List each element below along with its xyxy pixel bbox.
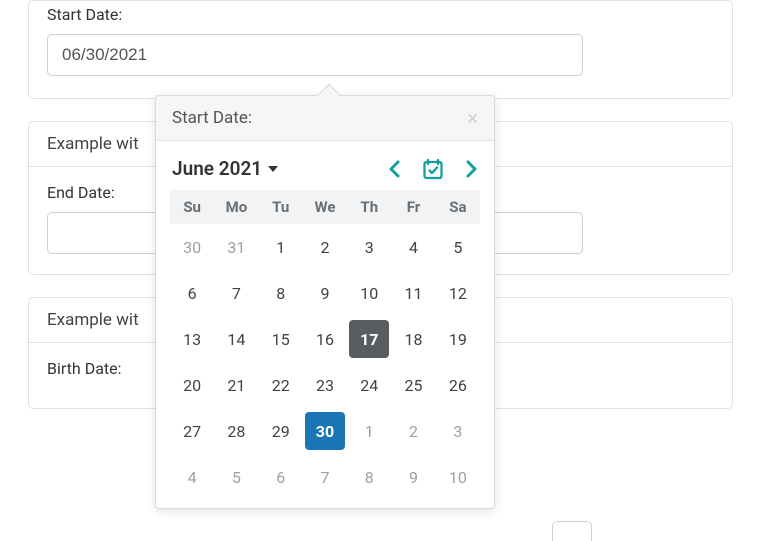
calendar-day[interactable]: 9	[303, 270, 347, 316]
month-year-label: June 2021	[172, 157, 262, 180]
datepicker-popover: Start Date: × June 2021	[155, 95, 495, 509]
today-button[interactable]	[422, 158, 444, 180]
calendar-day[interactable]: 25	[391, 362, 435, 408]
calendar-day[interactable]: 6	[259, 454, 303, 500]
calendar-day[interactable]: 17	[347, 316, 391, 362]
datepicker-title: Start Date:	[172, 108, 252, 128]
calendar-day[interactable]: 31	[214, 224, 258, 270]
calendar-day[interactable]: 4	[170, 454, 214, 500]
calendar-day[interactable]: 29	[259, 408, 303, 454]
calendar-check-icon	[422, 158, 444, 180]
calendar-row: 45678910	[170, 454, 480, 500]
weekday-header: Mo	[214, 190, 258, 224]
chevron-left-icon	[388, 159, 402, 179]
calendar-day[interactable]: 8	[347, 454, 391, 500]
calendar-day[interactable]: 10	[436, 454, 480, 500]
weekday-header: Fr	[391, 190, 435, 224]
prev-month-button[interactable]	[388, 159, 402, 179]
close-icon[interactable]: ×	[467, 108, 478, 128]
calendar-day[interactable]: 10	[347, 270, 391, 316]
calendar-day[interactable]: 21	[214, 362, 258, 408]
calendar-day[interactable]: 26	[436, 362, 480, 408]
calendar-day[interactable]: 9	[391, 454, 435, 500]
calendar-day[interactable]: 27	[170, 408, 214, 454]
weekday-header: Su	[170, 190, 214, 224]
calendar-day[interactable]: 13	[170, 316, 214, 362]
weekday-header: We	[303, 190, 347, 224]
calendar-day[interactable]: 19	[436, 316, 480, 362]
calendar-day[interactable]: 22	[259, 362, 303, 408]
calendar-day[interactable]: 11	[391, 270, 435, 316]
weekday-header: Th	[347, 190, 391, 224]
calendar-day[interactable]: 6	[170, 270, 214, 316]
calendar-day[interactable]: 24	[347, 362, 391, 408]
calendar-day[interactable]: 30	[170, 224, 214, 270]
calendar-day[interactable]: 2	[391, 408, 435, 454]
start-date-input[interactable]	[47, 34, 583, 76]
calendar-day[interactable]: 5	[214, 454, 258, 500]
calendar-day[interactable]: 1	[347, 408, 391, 454]
calendar-day[interactable]: 8	[259, 270, 303, 316]
calendar-row: 303112345	[170, 224, 480, 270]
calendar-grid: Su Mo Tu We Th Fr Sa 3031123456789101112…	[170, 190, 480, 500]
calendar-row: 13141516171819	[170, 316, 480, 362]
calendar-day[interactable]: 3	[347, 224, 391, 270]
calendar-day[interactable]: 15	[259, 316, 303, 362]
calendar-day[interactable]: 2	[303, 224, 347, 270]
weekday-row: Su Mo Tu We Th Fr Sa	[170, 190, 480, 224]
calendar-day[interactable]: 28	[214, 408, 258, 454]
start-date-label: Start Date:	[47, 5, 714, 24]
calendar-row: 6789101112	[170, 270, 480, 316]
next-month-button[interactable]	[464, 159, 478, 179]
chevron-right-icon	[464, 159, 478, 179]
calendar-day[interactable]: 3	[436, 408, 480, 454]
month-year-selector[interactable]: June 2021	[172, 157, 278, 180]
calendar-day[interactable]: 1	[259, 224, 303, 270]
calendar-day[interactable]: 7	[303, 454, 347, 500]
calendar-day[interactable]: 4	[391, 224, 435, 270]
calendar-row: 27282930123	[170, 408, 480, 454]
calendar-day[interactable]: 14	[214, 316, 258, 362]
calendar-day[interactable]: 16	[303, 316, 347, 362]
card-start-date: Start Date:	[28, 0, 733, 99]
weekday-header: Tu	[259, 190, 303, 224]
calendar-day[interactable]: 12	[436, 270, 480, 316]
partial-input[interactable]	[552, 521, 592, 541]
calendar-day[interactable]: 7	[214, 270, 258, 316]
chevron-down-icon	[268, 166, 278, 172]
calendar-day[interactable]: 23	[303, 362, 347, 408]
calendar-row: 20212223242526	[170, 362, 480, 408]
calendar-day[interactable]: 5	[436, 224, 480, 270]
calendar-day[interactable]: 30	[303, 408, 347, 454]
calendar-day[interactable]: 20	[170, 362, 214, 408]
calendar-day[interactable]: 18	[391, 316, 435, 362]
weekday-header: Sa	[436, 190, 480, 224]
